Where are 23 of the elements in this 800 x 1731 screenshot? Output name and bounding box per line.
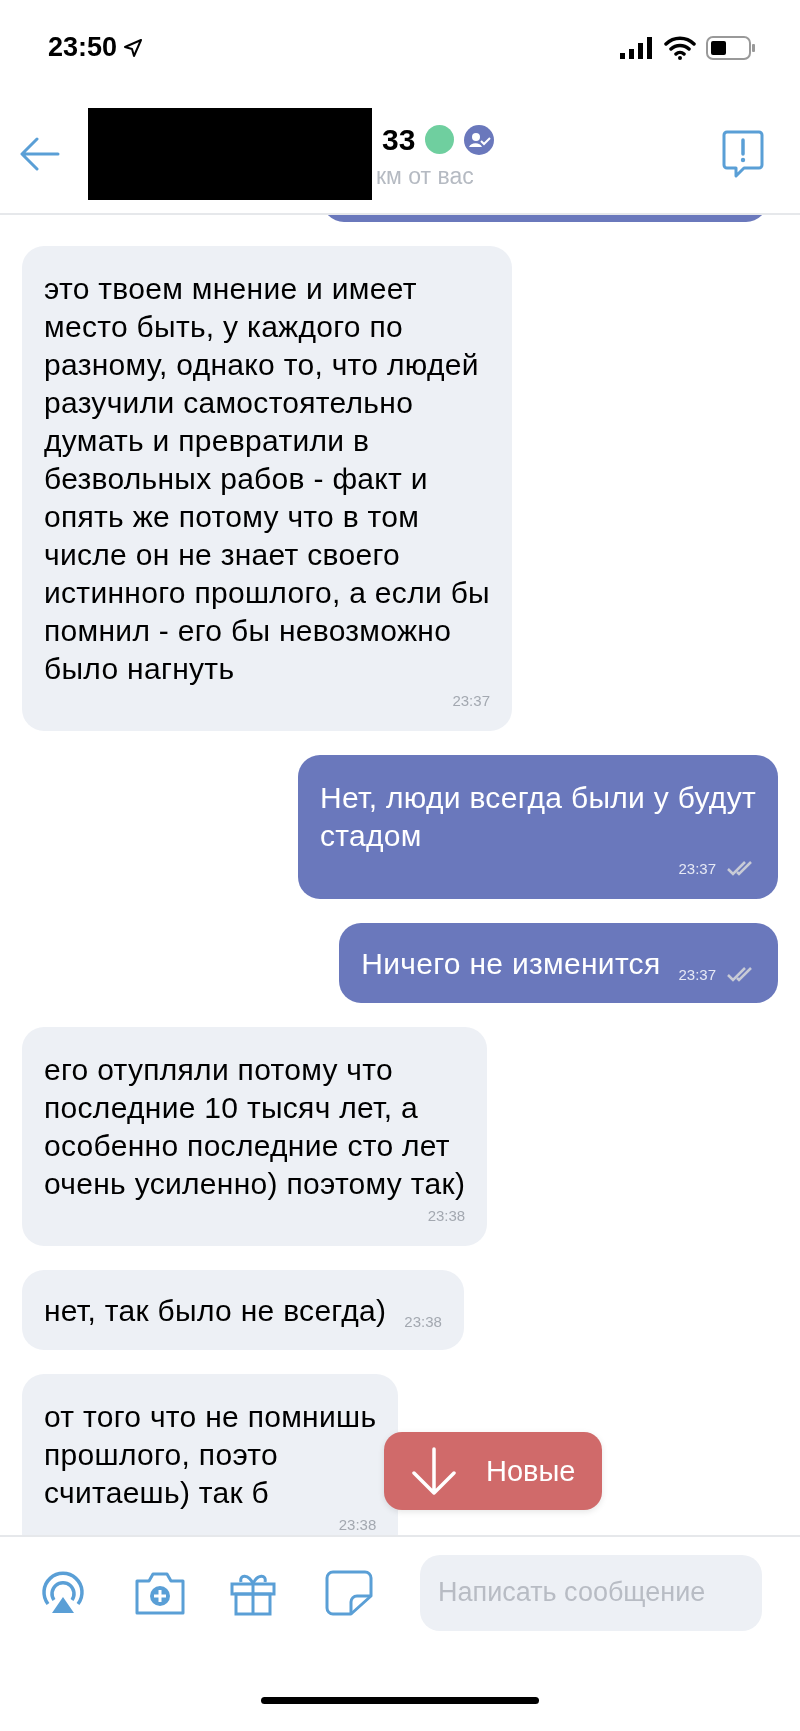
message-text: это твоем мнение и имеет место быть, у каждого по разному, однако то, что людей разучили самостоятельно думать и превратили в безвольных рабов - факт и опять же потому что в том числе он не знает своего истинного прошлого, а если бы помнил - его бы невозможно было нагнуть <box>44 271 490 687</box>
status-time: 23:50 <box>48 32 118 63</box>
report-icon[interactable] <box>722 130 764 178</box>
arrow-down-icon <box>410 1447 458 1495</box>
message-time: 23:37 <box>678 859 716 877</box>
message-text: Ничего не изменится <box>361 946 661 982</box>
location-arrow-icon <box>123 37 144 58</box>
back-arrow-icon[interactable] <box>20 137 60 171</box>
message-time: 23:37 <box>678 965 716 983</box>
message-text: от того что не помнишь прошлого, поэто считаешь) так б <box>44 1399 377 1511</box>
new-messages-button[interactable]: Новые <box>384 1432 602 1510</box>
message-text: его отупляли потому что последние 10 тысяч лет, а особенно последние сто лет очень усиленно) поэтому так) <box>44 1052 466 1202</box>
distance-subtitle: км от вас <box>376 162 475 190</box>
message-text: нет, так было не всегда) <box>44 1293 387 1329</box>
battery-icon <box>706 35 756 60</box>
message-time: 23:38 <box>427 1207 466 1224</box>
message-text: Нет, люди всегда были у будут стадом <box>320 780 756 854</box>
signal-icon <box>620 36 654 59</box>
wifi-icon <box>664 35 696 60</box>
message-time: 23:38 <box>338 1516 377 1533</box>
contact-name: 33 <box>382 122 416 157</box>
message-time: 23:37 <box>452 692 490 709</box>
message-time: 23:38 <box>404 1313 442 1330</box>
